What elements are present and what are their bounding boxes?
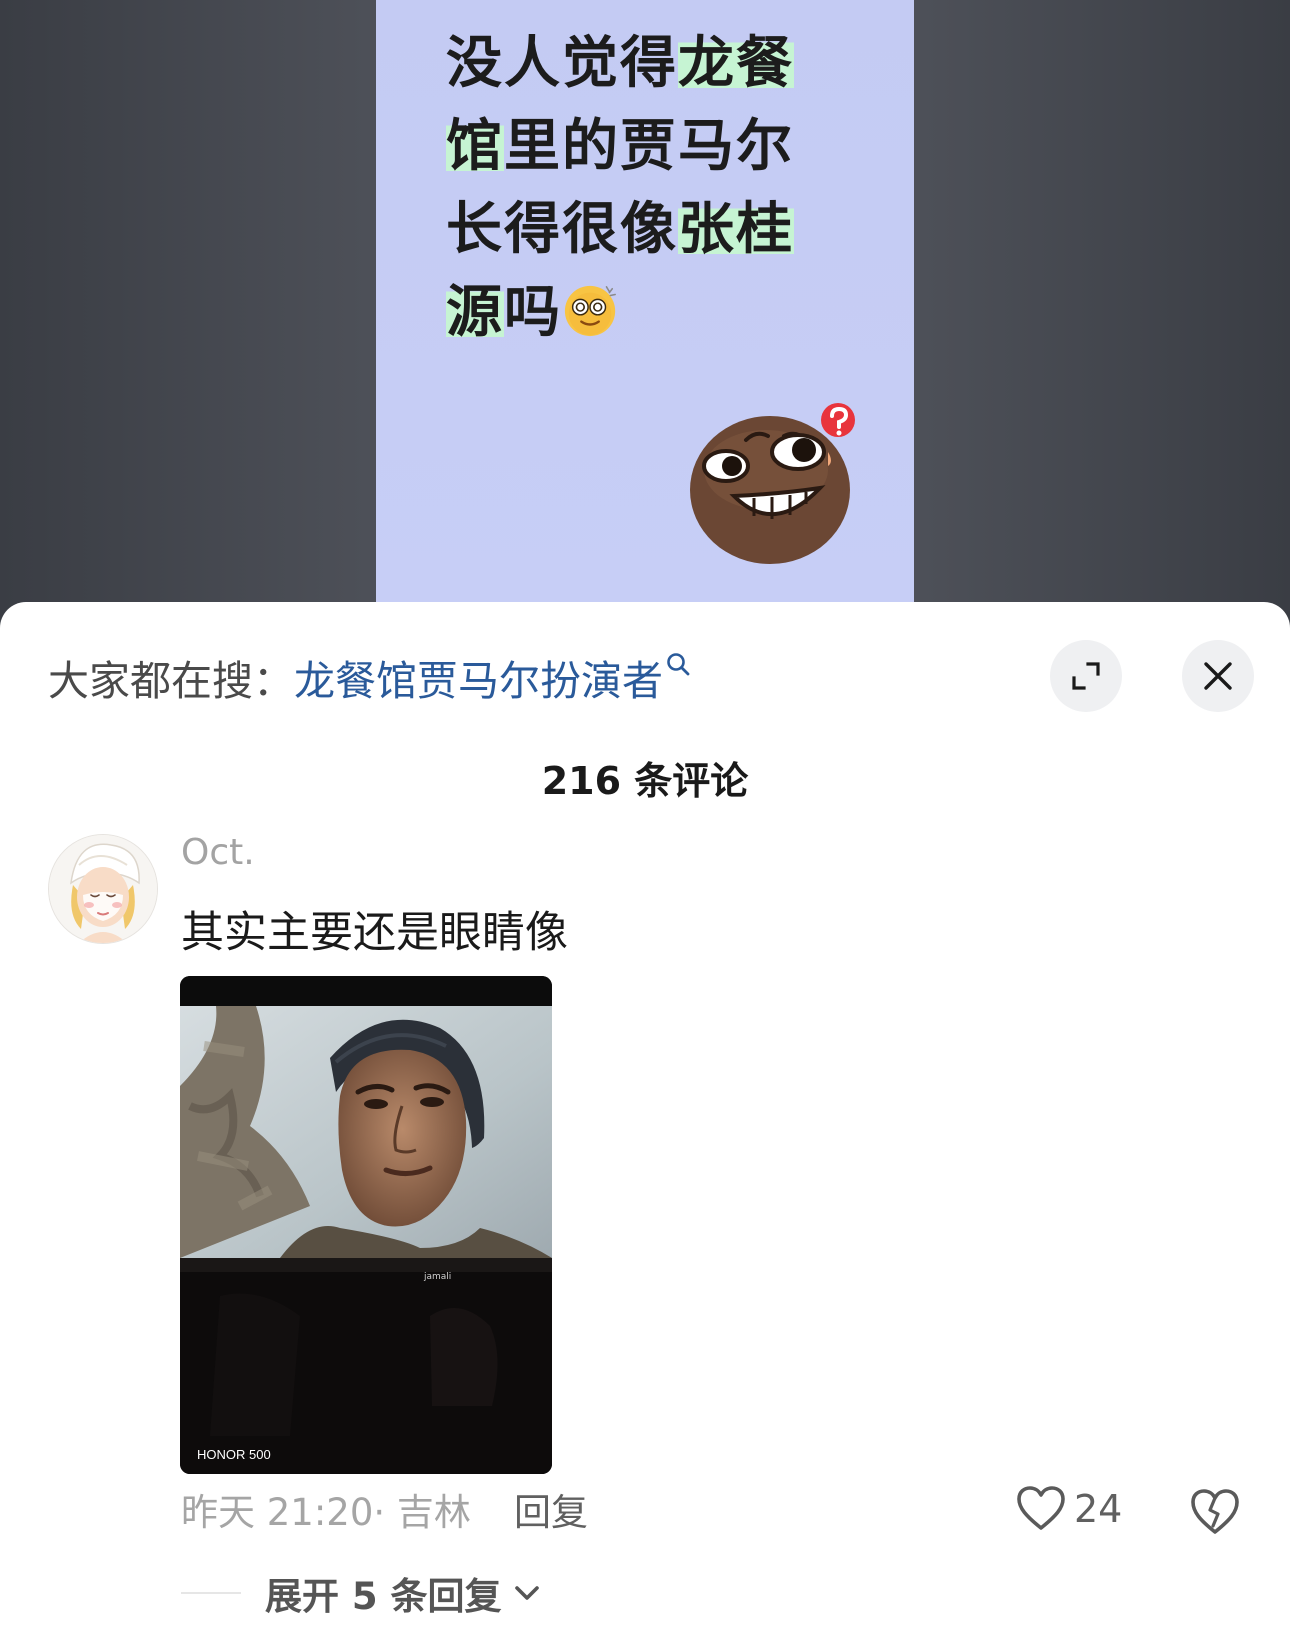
dazed-face-icon (564, 285, 616, 337)
post-line-4: 源吗 (446, 271, 826, 354)
comment-text: 其实主要还是眼睛像 (181, 908, 568, 958)
search-query-link[interactable]: 龙餐馆贾马尔扮演者 (294, 647, 663, 707)
comments-sheet: 大家都在搜： 龙餐馆贾马尔扮演者 216 条评论 Oct. 其实主要还是眼睛像 … (0, 602, 1290, 1649)
image-watermark: HONOR 500 (197, 1447, 271, 1462)
comment-meta: 昨天 21:20 · 吉林 (181, 1482, 471, 1536)
broken-heart-icon[interactable] (1190, 1488, 1240, 1536)
search-prefix: 大家都在搜： (48, 657, 294, 705)
expand-replies-label: 展开 5 条回复 (265, 1575, 502, 1618)
comment-time: 昨天 21:20 (181, 1491, 374, 1534)
avatar-face-mask-icon (49, 835, 157, 943)
close-icon (1204, 662, 1232, 690)
expand-button[interactable] (1050, 640, 1122, 712)
chevron-down-icon (514, 1586, 539, 1600)
reply-button[interactable]: 回复 (514, 1482, 588, 1536)
comment-username[interactable]: Oct. (181, 832, 255, 873)
avatar[interactable] (48, 834, 158, 944)
post-line-3: 长得很像张桂 (446, 197, 794, 262)
comment-photo: jamali (180, 976, 552, 1474)
comment-location: · 吉林 (373, 1491, 471, 1534)
comment-image[interactable]: jamali HONOR 500 (180, 976, 552, 1474)
post-headline: 没人觉得龙餐 馆里的贾马尔 长得很像张桂 源吗 (446, 22, 826, 354)
confused-grin-sticker (690, 403, 855, 564)
expand-icon (1072, 662, 1100, 690)
search-icon (667, 653, 690, 676)
post-line-2: 馆里的贾马尔 (446, 114, 794, 179)
expand-replies-button[interactable]: 展开 5 条回复 (181, 1566, 542, 1620)
post-image-card[interactable]: 没人觉得龙餐 馆里的贾马尔 长得很像张桂 源吗 (376, 0, 914, 610)
image-caption: jamali (423, 1272, 451, 1282)
comment-count: 216 条评论 (541, 759, 749, 803)
heart-icon (1017, 1486, 1065, 1530)
close-button[interactable] (1182, 640, 1254, 712)
search-suggestion[interactable]: 大家都在搜： 龙餐馆贾马尔扮演者 (48, 647, 691, 707)
like-count: 24 (1074, 1487, 1123, 1531)
like-button[interactable]: 24 (1016, 1486, 1122, 1532)
post-line-1: 没人觉得龙餐 (446, 31, 794, 96)
divider (181, 1592, 241, 1594)
